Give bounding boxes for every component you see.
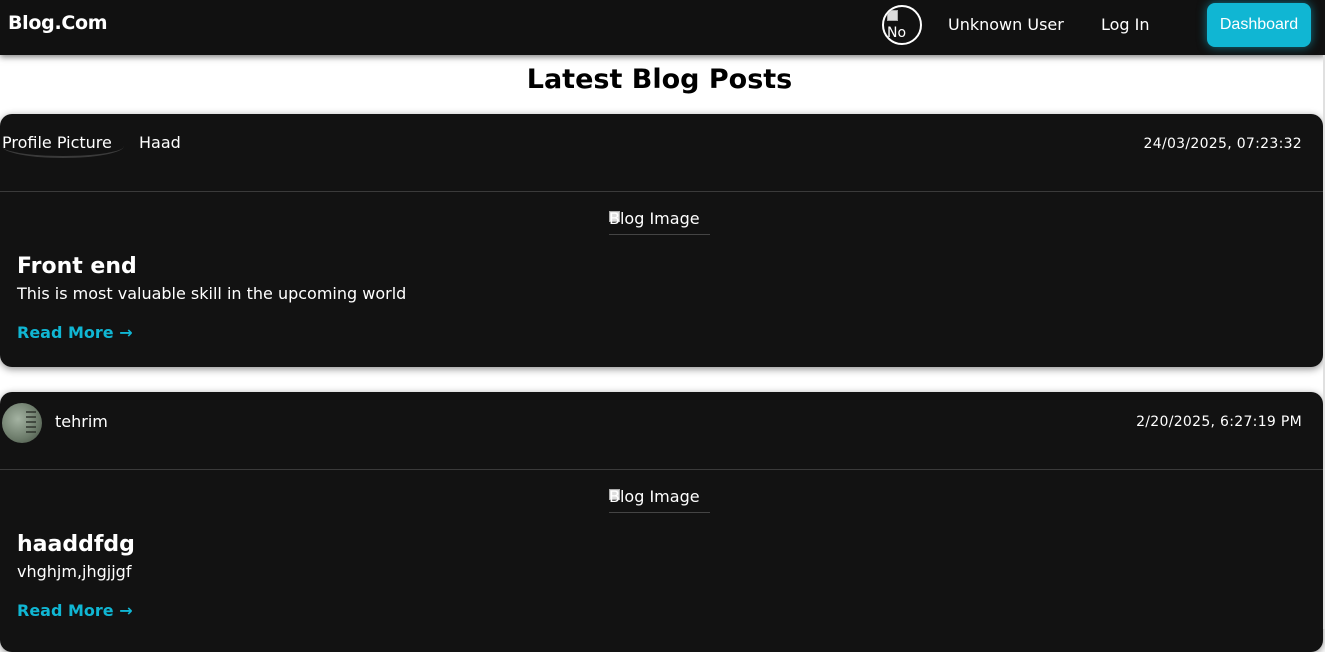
brand-logo[interactable]: Blog.Com — [8, 12, 108, 34]
profile-picture: Profile Picture — [2, 133, 112, 152]
blog-image: Blog Image — [609, 209, 710, 235]
post-title: haaddfdg — [17, 532, 135, 557]
user-avatar[interactable]: No — [882, 5, 922, 45]
post-title: Front end — [17, 254, 137, 279]
post-timestamp: 2/20/2025, 6:27:19 PM — [1136, 414, 1302, 430]
post-excerpt: This is most valuable skill in the upcom… — [17, 284, 407, 303]
page-title: Latest Blog Posts — [526, 64, 793, 95]
username-label: Unknown User — [948, 15, 1064, 34]
avatar-alt-text: No — [887, 25, 907, 41]
read-more-link[interactable]: Read More → — [17, 601, 133, 620]
top-navbar: Blog.Com No Unknown User Log In Dashboar… — [0, 0, 1325, 55]
post-timestamp: 24/03/2025, 07:23:32 — [1143, 136, 1302, 152]
author-avatar — [2, 403, 42, 443]
blog-image-alt: Blog Image — [609, 487, 700, 506]
author-name[interactable]: Haad — [139, 133, 181, 152]
read-more-link[interactable]: Read More → — [17, 323, 133, 342]
post-header: Profile Picture Haad 24/03/2025, 07:23:3… — [0, 114, 1323, 192]
blog-image: Blog Image — [609, 487, 710, 513]
login-link[interactable]: Log In — [1101, 15, 1150, 34]
author-name[interactable]: tehrim — [55, 412, 108, 431]
broken-image-icon — [887, 10, 898, 21]
post-excerpt: vhghjm,jhgjjgf — [17, 562, 132, 581]
blog-post-card: Profile Picture Haad 24/03/2025, 07:23:3… — [0, 114, 1323, 367]
dashboard-button[interactable]: Dashboard — [1207, 3, 1311, 47]
blog-post-card: tehrim 2/20/2025, 6:27:19 PM Blog Image … — [0, 392, 1323, 652]
post-header: tehrim 2/20/2025, 6:27:19 PM — [0, 392, 1323, 470]
blog-image-alt: Blog Image — [609, 209, 700, 228]
